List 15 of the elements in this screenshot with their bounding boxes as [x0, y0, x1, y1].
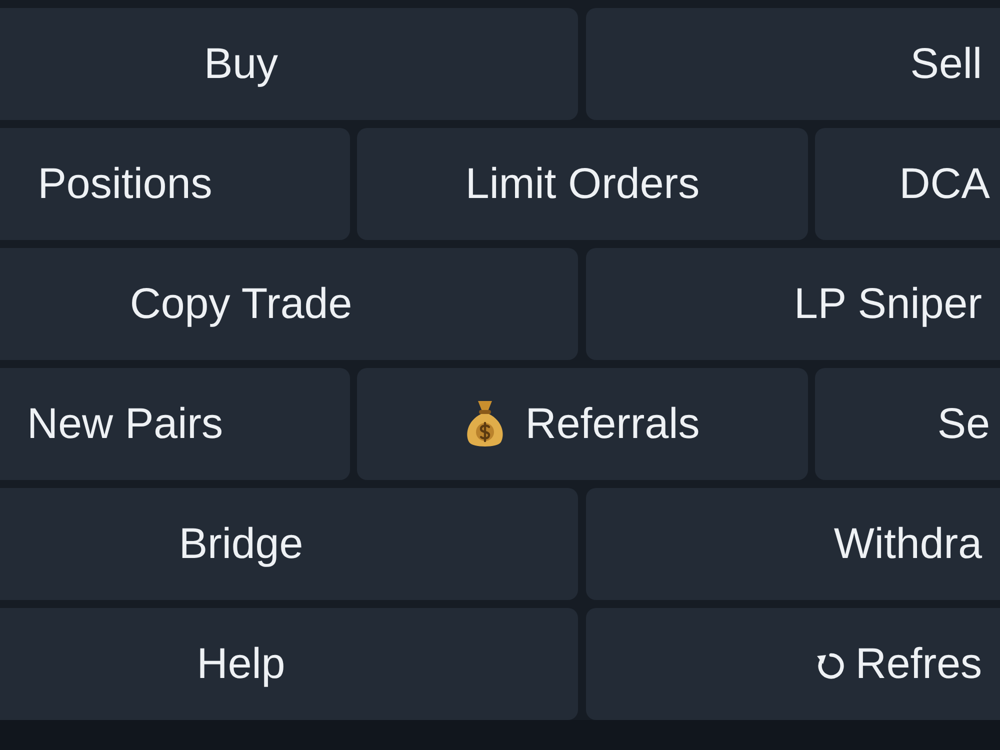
keyboard-button[interactable]: New Pairs — [0, 368, 350, 480]
keyboard-button[interactable]: Bridge — [0, 488, 578, 600]
keyboard-button[interactable]: Copy Trade — [0, 248, 578, 360]
keyboard-button[interactable]: DCA — [815, 128, 1000, 240]
keyboard-button[interactable]: Referrals — [357, 368, 808, 480]
money-bag-icon — [465, 399, 506, 449]
keyboard-button[interactable]: Withdra — [586, 488, 1000, 600]
keyboard-button[interactable]: Help — [0, 608, 578, 720]
keyboard-button[interactable]: Limit Orders — [357, 128, 808, 240]
keyboard-button[interactable]: Refres — [586, 608, 1000, 720]
keyboard-button[interactable]: Se — [815, 368, 1000, 480]
keyboard-button[interactable]: Buy — [0, 8, 578, 120]
keyboard-button[interactable]: Sell — [586, 8, 1000, 120]
keyboard-button[interactable]: Positions — [0, 128, 350, 240]
keyboard-button[interactable]: LP Sniper — [586, 248, 1000, 360]
